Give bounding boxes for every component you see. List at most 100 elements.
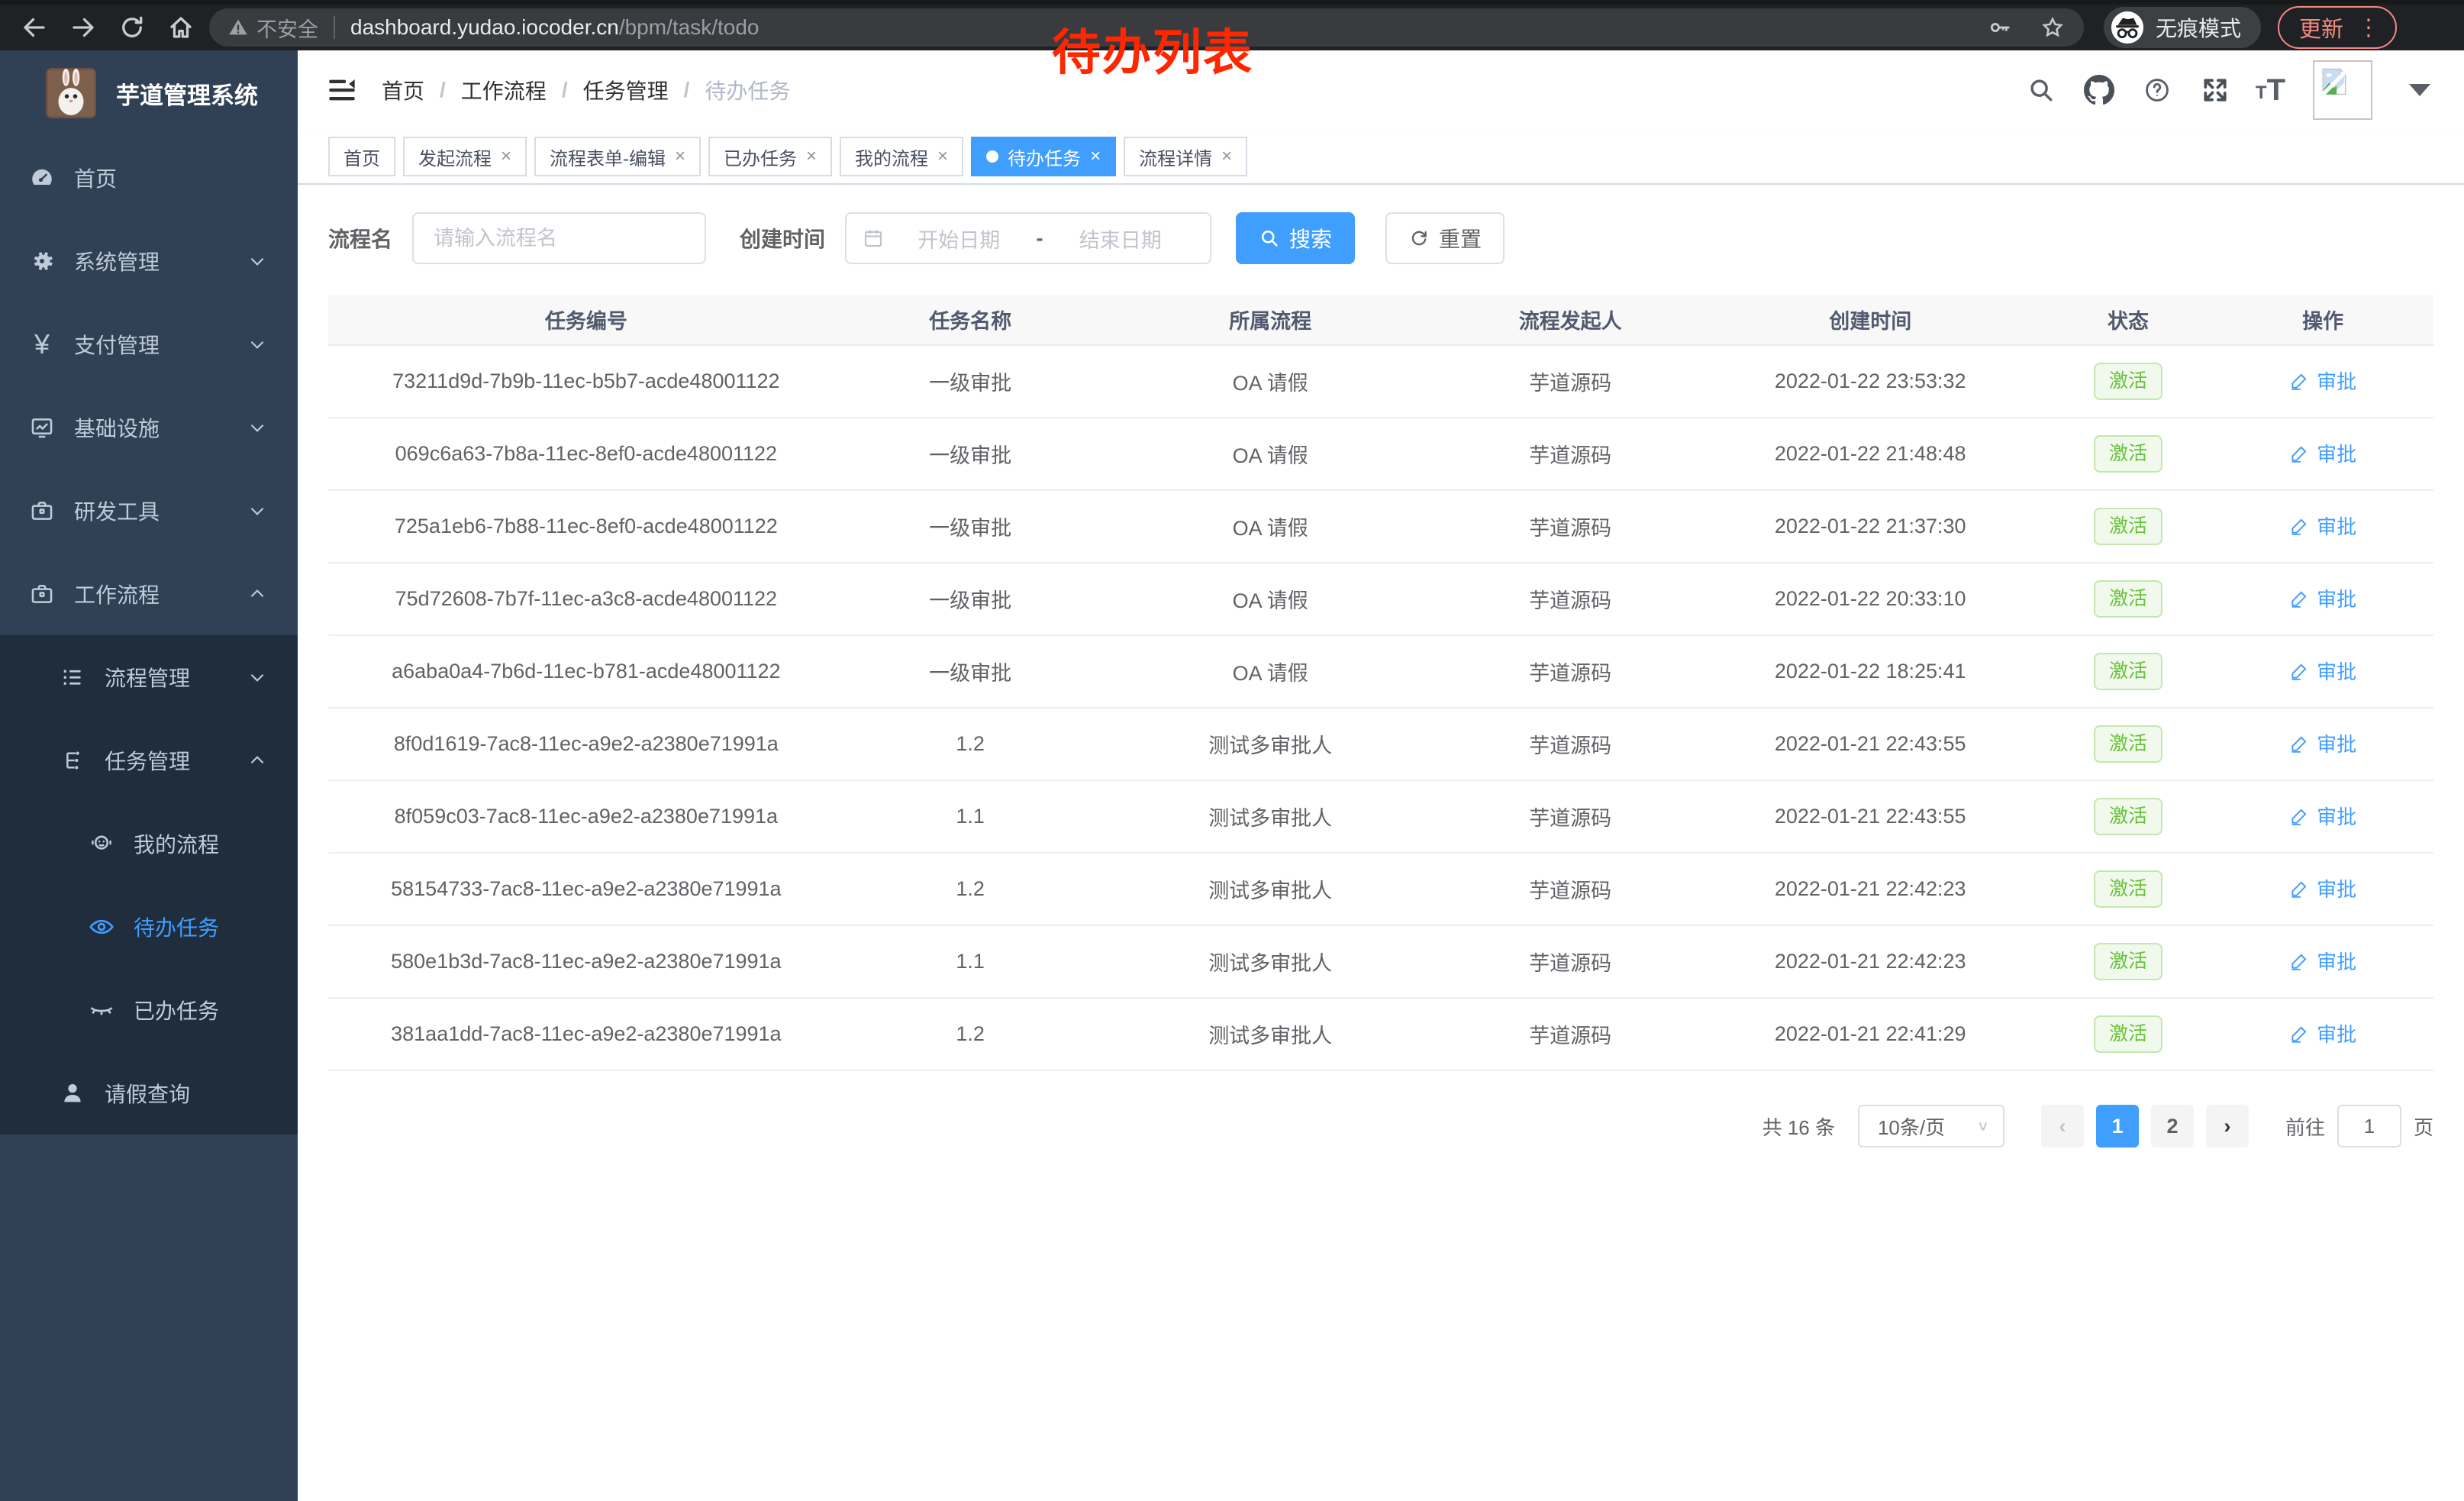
- breadcrumb: 首页 / 工作流程 / 任务管理 / 待办任务: [382, 75, 790, 105]
- avatar[interactable]: [2313, 60, 2372, 120]
- breadcrumb-task-management[interactable]: 任务管理: [583, 75, 669, 105]
- browser-home-icon[interactable]: [166, 13, 195, 42]
- approve-link[interactable]: 审批: [2289, 1019, 2356, 1047]
- help-icon[interactable]: [2140, 73, 2175, 108]
- tab-my-process[interactable]: 我的流程×: [840, 137, 963, 176]
- approve-link[interactable]: 审批: [2289, 512, 2356, 540]
- approve-link[interactable]: 审批: [2289, 802, 2356, 830]
- approve-link[interactable]: 审批: [2289, 729, 2356, 757]
- cell-task-name: 1.2: [844, 998, 1097, 1070]
- sidebar-item-dev-tools[interactable]: 研发工具: [0, 469, 298, 552]
- github-icon[interactable]: [2082, 73, 2117, 108]
- avatar-dropdown-caret-icon[interactable]: [2409, 84, 2430, 96]
- next-page-button[interactable]: ›: [2206, 1105, 2249, 1148]
- font-size-icon[interactable]: TT: [2256, 76, 2285, 104]
- chevron-down-icon: [247, 667, 267, 687]
- sidebar-item-infrastructure[interactable]: 基础设施: [0, 386, 298, 469]
- cell-created: 2022-01-21 22:42:23: [1697, 853, 2044, 925]
- refresh-icon: [1408, 228, 1430, 249]
- page-button-2[interactable]: 2: [2151, 1105, 2194, 1148]
- reset-button[interactable]: 重置: [1385, 212, 1505, 264]
- cell-task-id: 8f0d1619-7ac8-11ec-a9e2-a2380e71991a: [328, 708, 844, 780]
- approve-link[interactable]: 审批: [2289, 947, 2356, 975]
- cell-task-id: a6aba0a4-7b6d-11ec-b781-acde48001122: [328, 635, 844, 708]
- active-dot-icon: [986, 150, 998, 163]
- close-icon[interactable]: ×: [1090, 146, 1101, 167]
- prev-page-button[interactable]: ‹: [2041, 1105, 2084, 1148]
- security-label[interactable]: 不安全: [256, 13, 318, 43]
- url-bar[interactable]: 不安全 dashboard.yudao.iocoder.cn/bpm/task/…: [209, 8, 2084, 47]
- browser-back-icon[interactable]: [20, 13, 49, 42]
- tab-process-form-edit[interactable]: 流程表单-编辑×: [534, 137, 701, 176]
- tab-start-process[interactable]: 发起流程×: [403, 137, 527, 176]
- broken-image-icon: [2317, 65, 2351, 98]
- eye-icon: [85, 913, 118, 941]
- cell-task-name: 1.1: [844, 780, 1097, 853]
- cell-initiator: 芋道源码: [1444, 490, 1697, 563]
- app-title: 芋道管理系统: [116, 76, 258, 111]
- approve-link[interactable]: 审批: [2289, 439, 2356, 467]
- tab-todo-tasks[interactable]: 待办任务×: [971, 137, 1116, 176]
- password-key-icon[interactable]: [1988, 15, 2014, 40]
- tab-done-tasks[interactable]: 已办任务×: [708, 137, 832, 176]
- page-size-select[interactable]: 10条/页 ∨: [1858, 1105, 2004, 1148]
- date-range-picker[interactable]: 开始日期 - 结束日期: [845, 212, 1211, 264]
- breadcrumb-workflow[interactable]: 工作流程: [461, 75, 547, 105]
- sidebar-collapse-icon[interactable]: [327, 75, 357, 105]
- status-badge: 激活: [2094, 580, 2162, 618]
- sidebar-item-label: 基础设施: [74, 412, 247, 443]
- cell-task-name: 一级审批: [844, 635, 1097, 708]
- close-icon[interactable]: ×: [937, 146, 948, 167]
- tab-process-detail[interactable]: 流程详情×: [1124, 137, 1247, 176]
- approve-link[interactable]: 审批: [2289, 366, 2356, 395]
- cell-created: 2022-01-22 18:25:41: [1697, 635, 2044, 708]
- close-icon[interactable]: ×: [806, 146, 817, 167]
- sidebar-item-task-management[interactable]: 任务管理: [0, 718, 298, 802]
- cell-task-name: 一级审批: [844, 563, 1097, 635]
- sidebar-item-process-management[interactable]: 流程管理: [0, 635, 298, 718]
- col-status: 状态: [2044, 295, 2213, 345]
- sidebar-item-my-process[interactable]: 我的流程: [0, 802, 298, 885]
- browser-reload-icon[interactable]: [118, 13, 147, 42]
- sidebar-item-label: 任务管理: [105, 745, 247, 776]
- breadcrumb-home[interactable]: 首页: [382, 75, 424, 105]
- cell-task-name: 1.2: [844, 708, 1097, 780]
- sidebar-item-label: 工作流程: [74, 579, 247, 609]
- goto-page-input[interactable]: [2337, 1105, 2401, 1148]
- sidebar-item-label: 待办任务: [134, 912, 298, 942]
- sidebar-item-system[interactable]: 系统管理: [0, 219, 298, 302]
- table-row: 069c6a63-7b8a-11ec-8ef0-acde48001122 一级审…: [328, 418, 2433, 490]
- bookmark-star-icon[interactable]: [2040, 15, 2066, 40]
- edit-pencil-icon: [2289, 879, 2309, 899]
- tab-home[interactable]: 首页: [328, 137, 395, 176]
- search-icon[interactable]: [2024, 73, 2059, 108]
- fullscreen-icon[interactable]: [2198, 73, 2233, 108]
- cell-task-name: 一级审批: [844, 345, 1097, 418]
- close-icon[interactable]: ×: [1221, 146, 1232, 167]
- sidebar-item-label: 首页: [74, 163, 298, 193]
- sidebar-item-label: 支付管理: [74, 329, 247, 360]
- table-header-row: 任务编号 任务名称 所属流程 流程发起人 创建时间 状态 操作: [328, 295, 2433, 345]
- browser-menu-icon[interactable]: ⋮: [2357, 15, 2380, 41]
- browser-forward-icon[interactable]: [69, 13, 98, 42]
- approve-link[interactable]: 审批: [2289, 584, 2356, 612]
- page-button-1[interactable]: 1: [2096, 1105, 2139, 1148]
- cell-initiator: 芋道源码: [1444, 708, 1697, 780]
- edit-pencil-icon: [2289, 734, 2309, 754]
- approve-link[interactable]: 审批: [2289, 657, 2356, 685]
- sidebar-item-done-tasks[interactable]: 已办任务: [0, 968, 298, 1051]
- browser-chrome: 不安全 dashboard.yudao.iocoder.cn/bpm/task/…: [0, 0, 2464, 50]
- sidebar-item-payment[interactable]: ¥ 支付管理: [0, 302, 298, 386]
- sidebar-item-home[interactable]: 首页: [0, 136, 298, 219]
- browser-update-button[interactable]: 更新 ⋮: [2278, 6, 2397, 49]
- sidebar-item-todo-tasks[interactable]: 待办任务: [0, 885, 298, 968]
- approve-link[interactable]: 审批: [2289, 874, 2356, 902]
- sidebar-item-workflow[interactable]: 工作流程: [0, 552, 298, 635]
- range-separator: -: [1034, 227, 1047, 250]
- close-icon[interactable]: ×: [501, 146, 511, 167]
- search-icon: [1259, 228, 1280, 249]
- close-icon[interactable]: ×: [675, 146, 685, 167]
- process-name-input[interactable]: [412, 212, 706, 264]
- sidebar-item-leave-query[interactable]: 请假查询: [0, 1051, 298, 1135]
- search-button[interactable]: 搜索: [1236, 212, 1355, 264]
